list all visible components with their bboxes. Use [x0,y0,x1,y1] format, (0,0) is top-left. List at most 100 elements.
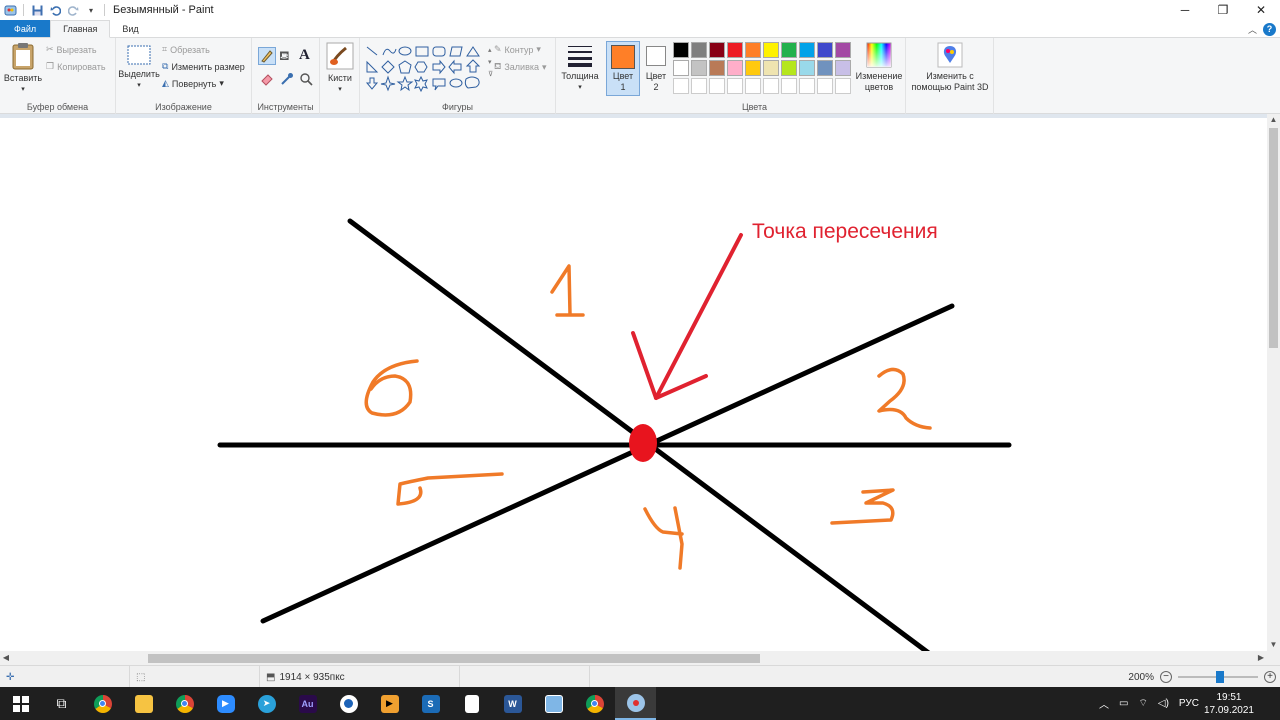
vertical-scroll-thumb[interactable] [1269,128,1278,348]
horizontal-scrollbar[interactable]: ◀ ▶ [0,651,1267,665]
taskbar-telegram[interactable]: ➤ [246,687,287,720]
scroll-right-icon[interactable]: ▶ [1255,651,1267,665]
color-swatch[interactable] [691,60,707,76]
taskbar-paint[interactable] [615,687,656,720]
select-button[interactable]: Выделить ▾ [118,44,160,91]
taskbar-zoom[interactable]: ▶ [205,687,246,720]
color-swatch[interactable] [745,42,761,58]
copy-button[interactable]: ❐ Копировать [46,61,106,72]
save-icon[interactable] [30,3,44,17]
color-swatch[interactable] [709,42,725,58]
custom-color-slot[interactable] [745,78,761,94]
start-button[interactable] [0,687,41,720]
crop-button[interactable]: ⌗ Обрезать [162,44,210,55]
taskbar-word[interactable]: W [492,687,533,720]
pencil-tool[interactable] [258,47,276,65]
resize-button[interactable]: ⧉ Изменить размер [162,61,245,72]
color-swatch[interactable] [727,60,743,76]
tab-view[interactable]: Вид [110,20,150,37]
redo-icon[interactable] [66,3,80,17]
color-swatch[interactable] [799,60,815,76]
custom-color-slot[interactable] [691,78,707,94]
taskbar-explorer[interactable] [123,687,164,720]
eraser-tool[interactable] [260,72,274,89]
shapes-gallery[interactable] [364,44,488,94]
color-swatch[interactable] [763,42,779,58]
fill-tool[interactable]: ⛾ [279,48,290,66]
paint3d-button[interactable]: Изменить с помощью Paint 3D [909,42,991,93]
custom-color-slot[interactable] [763,78,779,94]
drawing-canvas[interactable]: Точка пересечения [0,118,1267,651]
battery-icon[interactable]: ▭ [1119,698,1128,709]
custom-color-slot[interactable] [817,78,833,94]
color-swatch[interactable] [745,60,761,76]
color-swatch[interactable] [835,42,851,58]
tab-file[interactable]: Файл [0,20,51,37]
color-swatch[interactable] [799,42,815,58]
size-button[interactable]: Толщина ▾ [560,44,600,93]
vertical-scrollbar[interactable]: ▲ ▼ [1267,114,1280,651]
fill-button[interactable]: ⛾ Заливка ▾ [494,61,547,73]
color-swatch[interactable] [781,60,797,76]
task-view-button[interactable]: ⧉ [41,687,82,720]
help-icon[interactable]: ? [1263,22,1276,36]
zoom-in-icon[interactable]: + [1264,671,1276,683]
zoom-slider-thumb[interactable] [1216,671,1224,683]
tab-home[interactable]: Главная [50,20,111,38]
scroll-left-icon[interactable]: ◀ [0,651,12,665]
clock[interactable]: 19:51 17.09.2021 [1204,691,1254,717]
color-swatch[interactable] [817,42,833,58]
color-swatch[interactable] [817,60,833,76]
custom-color-slot[interactable] [727,78,743,94]
color-swatch[interactable] [709,60,725,76]
rotate-button[interactable]: ◭ Повернуть ▾ [162,78,224,89]
color-swatch[interactable] [763,60,779,76]
taskbar-chrome-3[interactable] [574,687,615,720]
color-swatch[interactable] [727,42,743,58]
custom-color-slot[interactable] [799,78,815,94]
close-button[interactable]: ✕ [1242,0,1280,20]
minimize-button[interactable]: ─ [1166,0,1204,20]
zoom-out-icon[interactable]: − [1160,671,1172,683]
color-swatch[interactable] [673,60,689,76]
edit-colors-button[interactable]: Изменение цветов [854,42,904,93]
color-swatch[interactable] [673,42,689,58]
cut-button[interactable]: ✂ Вырезать [46,44,97,55]
color-swatch[interactable] [835,60,851,76]
network-icon[interactable]: ⌔ [1138,697,1147,710]
taskbar-app-security[interactable]: S [410,687,451,720]
collapse-ribbon-icon[interactable]: ︿ [1248,23,1257,36]
zoom-slider[interactable] [1178,671,1258,683]
custom-color-slot[interactable] [709,78,725,94]
undo-icon[interactable] [48,3,62,17]
shapes-scroll[interactable]: ▴ ▾ ⊽ [488,45,493,81]
color-swatch[interactable] [691,42,707,58]
volume-icon[interactable]: ◁) [1158,698,1169,709]
customize-toolbar-icon[interactable]: ▾ [84,3,98,17]
custom-color-slot[interactable] [835,78,851,94]
text-tool[interactable]: A [299,47,310,64]
taskbar-audition[interactable]: Au [287,687,328,720]
paste-button[interactable]: Вставить ▾ [3,42,43,95]
custom-color-slot[interactable] [781,78,797,94]
taskbar-app-blue[interactable] [328,687,369,720]
color1-button[interactable]: Цвет 1 [606,41,640,96]
scroll-up-icon[interactable]: ▲ [1267,114,1280,126]
show-hidden-icons-icon[interactable]: ︿ [1099,696,1109,711]
taskbar-photos[interactable] [533,687,574,720]
color-swatch[interactable] [781,42,797,58]
brushes-button[interactable]: Кисти ▾ [322,42,358,95]
taskbar-media[interactable]: ▶ [369,687,410,720]
horizontal-scroll-thumb[interactable] [148,654,760,663]
custom-color-slot[interactable] [673,78,689,94]
outline-button[interactable]: ✎ Контур ▾ [494,44,541,55]
canvas-area[interactable]: Точка пересечения [0,114,1267,651]
color2-button[interactable]: Цвет 2 [642,42,670,93]
taskbar-chrome-2[interactable] [164,687,205,720]
color-picker-tool[interactable] [280,72,294,89]
magnifier-tool[interactable] [299,72,313,89]
taskbar-notepad[interactable] [451,687,492,720]
taskbar-chrome[interactable] [82,687,123,720]
language-indicator[interactable]: РУС [1179,698,1199,709]
maximize-button[interactable]: ❐ [1204,0,1242,20]
